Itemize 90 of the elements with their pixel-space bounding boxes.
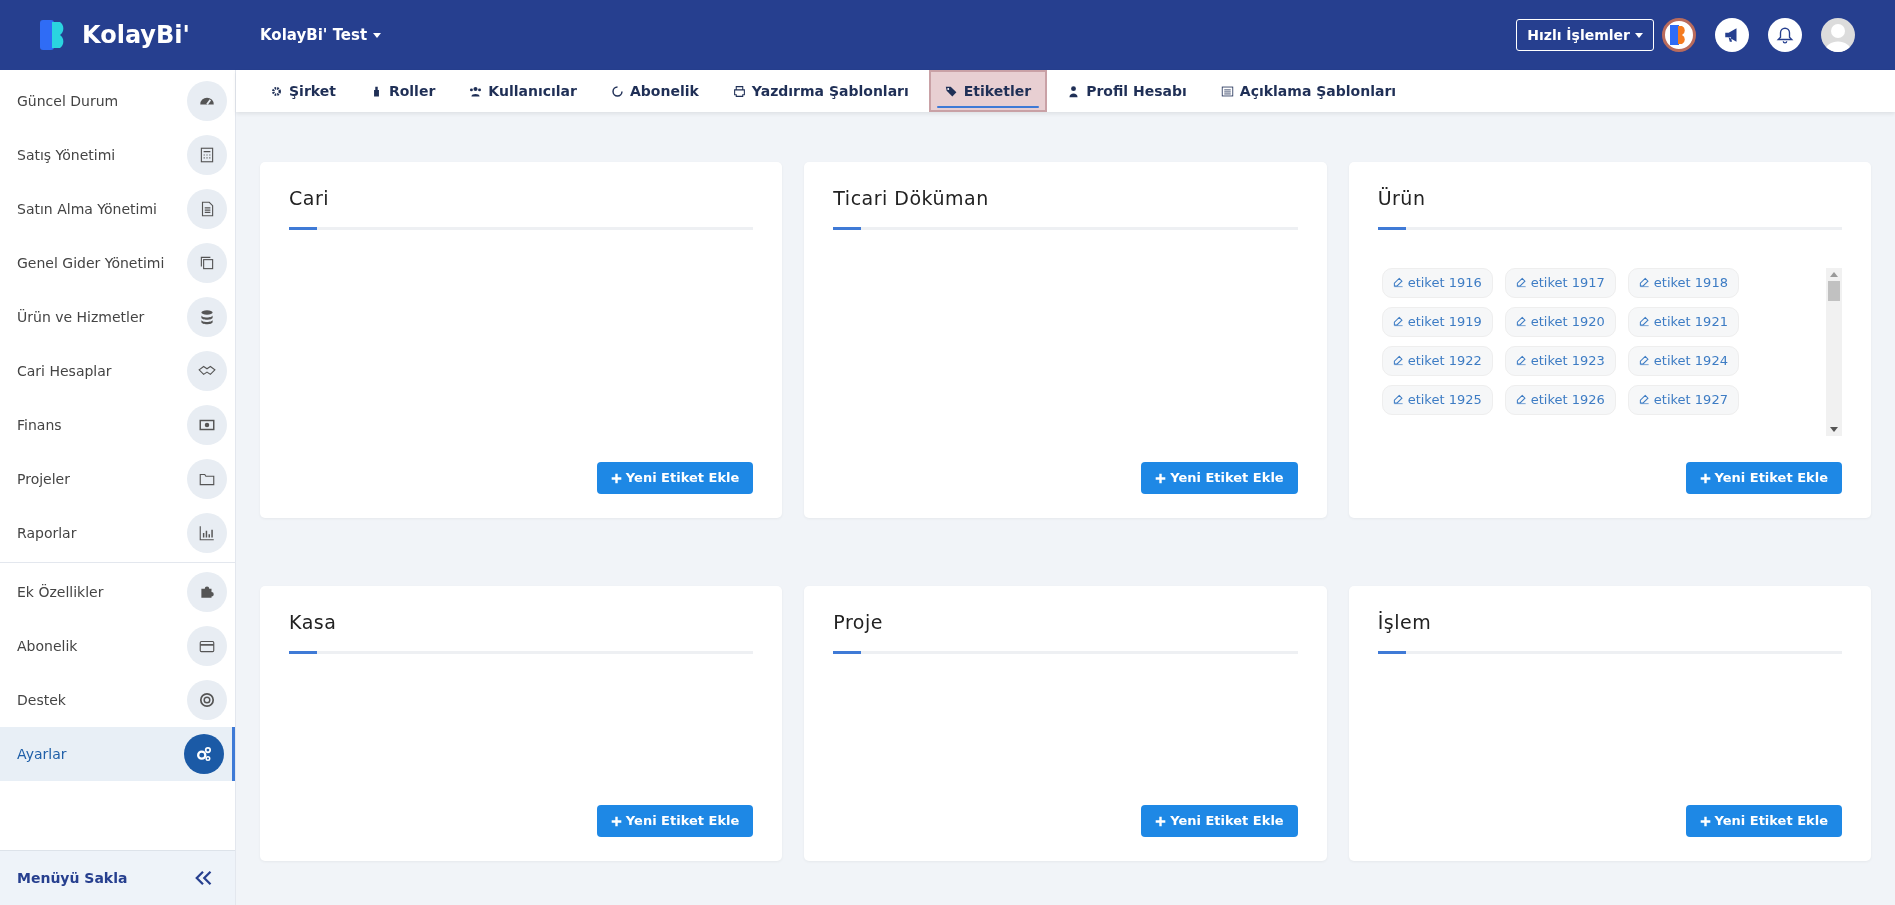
edit-icon <box>1638 355 1650 366</box>
plus-icon <box>1699 815 1711 827</box>
tags-icon <box>944 84 958 98</box>
card-title: Proje <box>833 610 884 635</box>
edit-icon <box>1515 277 1527 288</box>
card-title: İşlem <box>1377 610 1433 635</box>
scroll-down-icon[interactable] <box>1830 426 1838 432</box>
tag-chip[interactable]: etiket 1919 <box>1381 306 1493 337</box>
notifications-button[interactable] <box>1768 18 1802 52</box>
tag-chip[interactable]: etiket 1916 <box>1381 267 1493 298</box>
card-title: Ticari Döküman <box>833 186 990 211</box>
collapse-menu-button[interactable]: Menüyü Sakla <box>0 850 235 905</box>
edit-icon <box>1638 316 1650 327</box>
tag-chip[interactable]: etiket 1925 <box>1381 384 1493 415</box>
add-tag-button[interactable]: Yeni Etiket Ekle <box>596 805 754 837</box>
tag-chip[interactable]: etiket 1921 <box>1627 306 1739 337</box>
caret-icon <box>373 32 382 38</box>
tag-chip[interactable]: etiket 1923 <box>1504 345 1616 376</box>
logo-text: KolayBi' <box>82 20 190 51</box>
tag-chip[interactable]: etiket 1927 <box>1627 384 1739 415</box>
edit-icon <box>1515 394 1527 405</box>
caret-icon <box>1635 32 1643 38</box>
tag-chip[interactable]: etiket 1924 <box>1627 345 1739 376</box>
add-tag-button[interactable]: Yeni Etiket Ekle <box>1141 462 1298 494</box>
double-chevron-icon <box>193 868 213 888</box>
edit-icon <box>1515 355 1527 366</box>
tab[interactable]: Etiketler <box>928 70 1048 112</box>
tab[interactable]: Kullanıcılar <box>455 70 591 112</box>
database-icon <box>198 308 216 326</box>
sidebar-item[interactable]: Finans <box>0 398 235 452</box>
logo-icon <box>1670 25 1688 45</box>
tab[interactable]: Profil Hesabı <box>1053 70 1201 112</box>
edit-icon <box>1392 316 1404 327</box>
sidebar-item[interactable]: Projeler <box>0 452 235 506</box>
add-tag-button[interactable]: Yeni Etiket Ekle <box>1685 462 1842 494</box>
plus-icon <box>610 472 622 484</box>
plus-icon <box>610 815 622 827</box>
tab[interactable]: Roller <box>355 70 450 112</box>
tab[interactable]: Abonelik <box>596 70 713 112</box>
calculator-icon <box>198 146 216 164</box>
sidebar-item[interactable]: Satış Yönetimi <box>0 128 235 182</box>
sidebar-item[interactable]: Cari Hesaplar <box>0 344 235 398</box>
sidebar-item[interactable]: Satın Alma Yönetimi <box>0 182 235 236</box>
card-title: Cari <box>289 186 330 211</box>
announcement-button[interactable] <box>1715 18 1749 52</box>
gears-icon <box>195 745 213 763</box>
plus-icon <box>1155 472 1167 484</box>
printer-icon <box>732 84 746 98</box>
copy-icon <box>198 254 216 272</box>
users-icon <box>469 84 483 98</box>
bell-icon <box>1776 26 1794 44</box>
edit-icon <box>1392 277 1404 288</box>
tab[interactable]: Yazdırma Şablonları <box>718 70 923 112</box>
edit-icon <box>1638 277 1650 288</box>
app-logo-button[interactable] <box>1662 18 1696 52</box>
bar-chart-icon <box>198 524 216 542</box>
tag-chip[interactable]: etiket 1922 <box>1381 345 1493 376</box>
avatar-button[interactable] <box>1821 18 1855 52</box>
sidebar-item[interactable]: Ek Özellikler <box>0 565 235 619</box>
plus-icon <box>1155 815 1167 827</box>
scrollbar[interactable] <box>1826 267 1842 436</box>
tag-chip[interactable]: etiket 1926 <box>1504 384 1616 415</box>
card-title: Ürün <box>1377 186 1427 211</box>
tag-chip[interactable]: etiket 1920 <box>1504 306 1616 337</box>
settings-icon <box>270 84 283 98</box>
add-tag-button[interactable]: Yeni Etiket Ekle <box>1685 805 1842 837</box>
company-dropdown[interactable]: KolayBi' Test <box>260 23 382 47</box>
list-icon <box>1220 84 1234 98</box>
sidebar-item[interactable]: Raporlar <box>0 506 235 560</box>
scrollbar-thumb[interactable] <box>1828 280 1840 301</box>
add-tag-button[interactable]: Yeni Etiket Ekle <box>1141 805 1298 837</box>
edit-icon <box>1392 355 1404 366</box>
tab[interactable]: Şirket <box>256 70 350 112</box>
sidebar-item[interactable]: Ürün ve Hizmetler <box>0 290 235 344</box>
edit-icon <box>1515 316 1527 327</box>
lifebuoy-icon <box>198 691 216 709</box>
card-title: Kasa <box>289 610 338 635</box>
sidebar-item[interactable]: Abonelik <box>0 619 235 673</box>
edit-icon <box>1392 394 1404 405</box>
tag-chip[interactable]: etiket 1917 <box>1504 267 1616 298</box>
quick-actions-button[interactable]: Hızlı İşlemler <box>1516 19 1654 51</box>
tab[interactable]: Açıklama Şablonları <box>1206 70 1411 112</box>
tag-chip[interactable]: etiket 1918 <box>1627 267 1739 298</box>
sidebar-item[interactable]: Genel Gider Yönetimi <box>0 236 235 290</box>
sidebar-item[interactable]: Ayarlar <box>0 727 235 781</box>
plus-icon <box>1699 472 1711 484</box>
sidebar-item[interactable]: Güncel Durum <box>0 74 235 128</box>
sidebar-item[interactable]: Destek <box>0 673 235 727</box>
edit-icon <box>1638 394 1650 405</box>
add-tag-button[interactable]: Yeni Etiket Ekle <box>596 462 754 494</box>
